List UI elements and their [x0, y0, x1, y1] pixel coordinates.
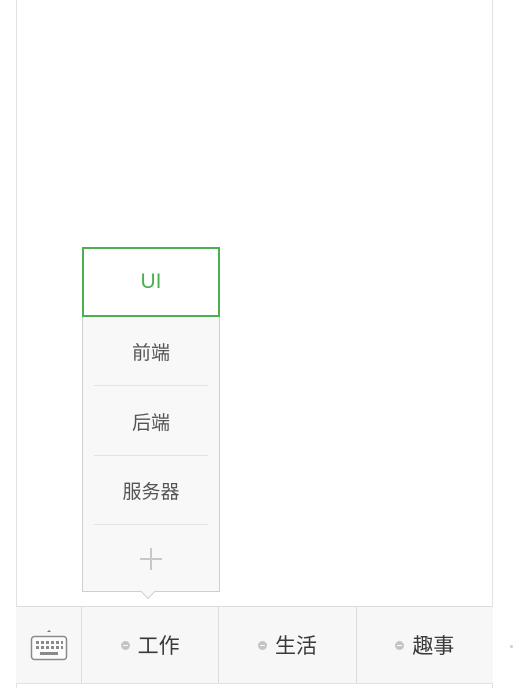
- submenu-item-label: 后端: [131, 412, 170, 434]
- keyboard-toggle-button[interactable]: [16, 607, 82, 683]
- submenu-item-backend[interactable]: 后端: [83, 387, 219, 456]
- submenu-item-label: UI: [140, 270, 162, 293]
- menu-tab-work[interactable]: 工作: [82, 607, 220, 683]
- submenu-item-frontend[interactable]: 前端: [83, 317, 219, 386]
- submenu-item-ui[interactable]: UI: [82, 247, 220, 317]
- submenu-dot-icon: [257, 640, 267, 650]
- menu-tab-label: 生活: [274, 634, 317, 658]
- plus-icon: [140, 548, 162, 570]
- menu-tab-label: 工作: [137, 634, 180, 658]
- submenu-item-label: 前端: [131, 342, 170, 364]
- menu-tab-life[interactable]: 生活: [219, 607, 357, 683]
- submenu-item-label: 服务器: [122, 481, 180, 503]
- menu-tab-fun[interactable]: 趣事: [357, 607, 493, 683]
- add-submenu-button[interactable]: [83, 526, 219, 592]
- keyboard-icon: [30, 630, 67, 661]
- submenu-dot-icon: [395, 640, 405, 650]
- submenu-item-server[interactable]: 服务器: [83, 456, 219, 525]
- menu-tab-label: 趣事: [412, 634, 455, 658]
- submenu-popup: UI 前端 后端 服务器: [82, 247, 220, 592]
- menu-bar: 工作 生活 趣事: [16, 606, 493, 684]
- edge-dot: [510, 645, 513, 648]
- submenu-dot-icon: [120, 640, 130, 650]
